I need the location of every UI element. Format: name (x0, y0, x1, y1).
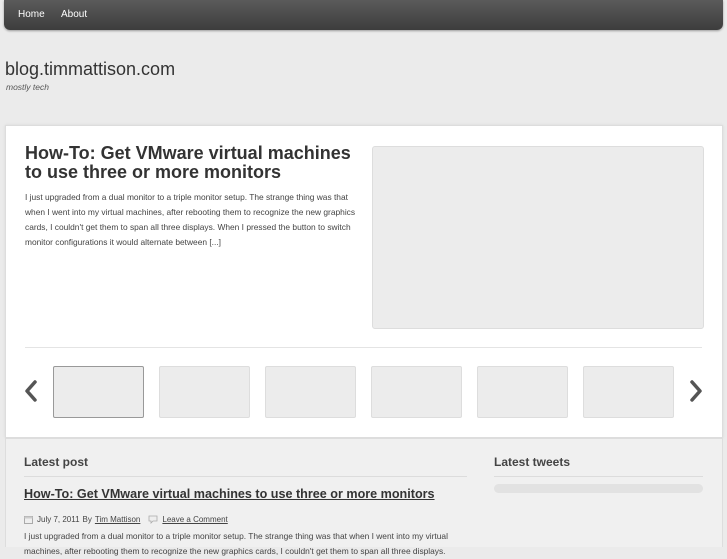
latest-tweets-rule (494, 476, 703, 477)
slider-thumb-3[interactable] (265, 366, 356, 418)
tweets-loading-bar (494, 484, 703, 493)
featured-post-title[interactable]: How-To: Get VMware virtual machines to u… (25, 144, 365, 182)
slider-next-button[interactable] (687, 376, 705, 406)
latest-tweets-heading: Latest tweets (494, 455, 571, 469)
slider-thumb-6[interactable] (583, 366, 674, 418)
latest-post-excerpt: I just upgraded from a dual monitor to a… (24, 531, 448, 556)
chevron-right-icon (690, 380, 702, 402)
latest-post-heading: Latest post (24, 455, 89, 469)
featured-divider (25, 347, 702, 348)
content-area: Latest post How-To: Get VMware virtual m… (5, 437, 723, 556)
calendar-icon (24, 516, 33, 524)
featured-post-excerpt: I just upgraded from a dual monitor to a… (25, 192, 356, 247)
nav-home-link[interactable]: Home (18, 9, 45, 20)
featured-slider: How-To: Get VMware virtual machines to u… (5, 125, 723, 438)
slider-thumb-1[interactable] (53, 366, 144, 418)
slider-thumb-2[interactable] (159, 366, 250, 418)
slider-prev-button[interactable] (22, 376, 40, 406)
nav-about-link[interactable]: About (61, 9, 87, 20)
post-by-label: By (82, 515, 92, 524)
slider-thumb-5[interactable] (477, 366, 568, 418)
featured-image-placeholder[interactable] (372, 146, 704, 329)
leave-comment-link[interactable]: Leave a Comment (162, 515, 227, 524)
post-meta: July 7, 2011 By Tim Mattison Leave a Com… (24, 515, 228, 524)
post-date: July 7, 2011 (37, 515, 80, 524)
slider-thumb-4[interactable] (371, 366, 462, 418)
latest-post-title[interactable]: How-To: Get VMware virtual machines to u… (24, 487, 435, 501)
comment-icon (148, 515, 158, 524)
chevron-left-icon (25, 380, 37, 402)
top-nav-bar: Home About (4, 0, 723, 30)
site-tagline: mostly tech (6, 82, 49, 92)
site-title[interactable]: blog.timmattison.com (5, 59, 175, 80)
post-author-link[interactable]: Tim Mattison (95, 515, 141, 524)
latest-post-rule (24, 476, 467, 477)
